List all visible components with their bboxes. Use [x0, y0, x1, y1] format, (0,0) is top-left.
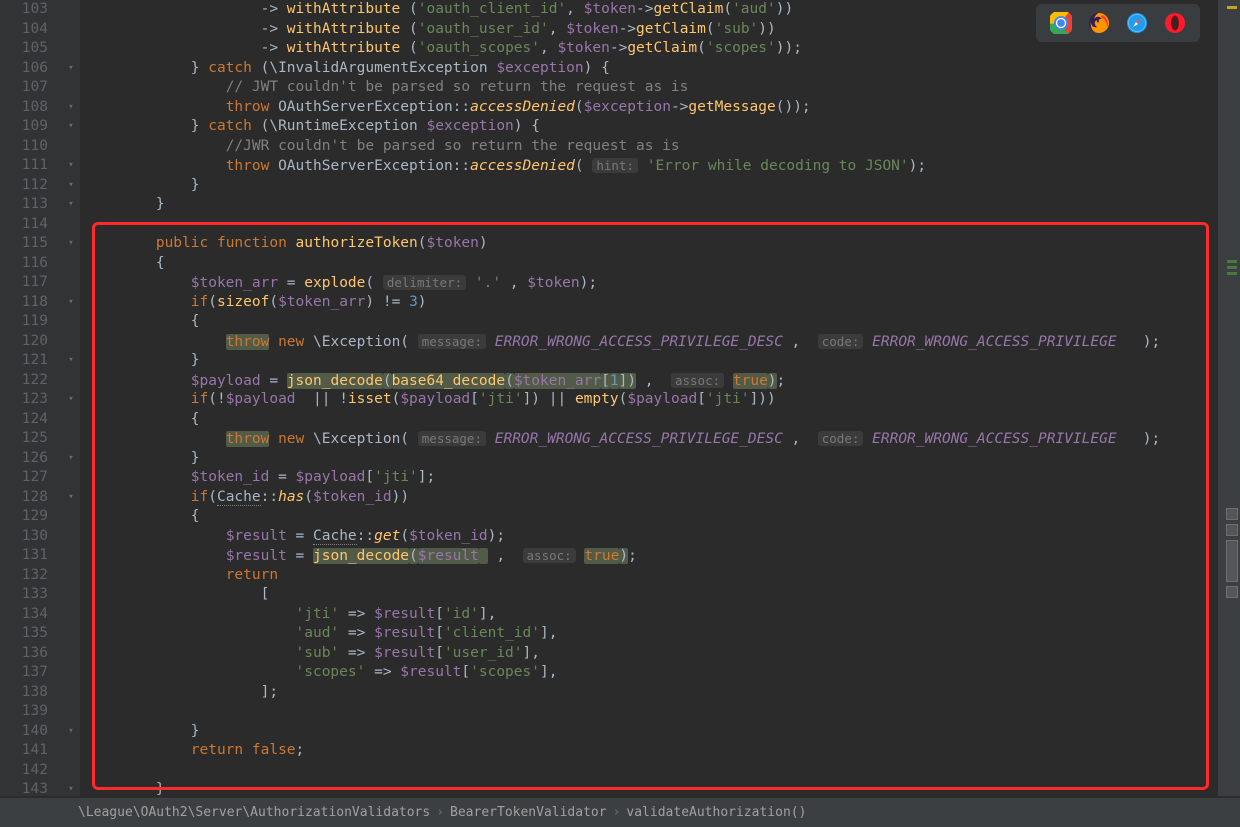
line-number-gutter: 1031041051061071081091101111121131141151…: [0, 0, 62, 796]
breadcrumb-separator: ›: [436, 803, 444, 823]
breadcrumb-item[interactable]: validateAuthorization(): [626, 803, 806, 823]
firefox-icon[interactable]: [1088, 12, 1110, 34]
browser-icon-tray: [1036, 4, 1200, 42]
code-area[interactable]: -> withAttribute ('oauth_client_id', $to…: [80, 0, 1218, 796]
breadcrumb-separator: ›: [613, 803, 621, 823]
error-stripe[interactable]: [1218, 0, 1240, 796]
breadcrumb-item[interactable]: \League\OAuth2\Server\AuthorizationValid…: [78, 803, 430, 823]
opera-icon[interactable]: [1164, 12, 1186, 34]
fold-column[interactable]: ▾▾▾▾▾▾▾▾▾▾▾▾▾▾: [62, 0, 80, 796]
safari-icon[interactable]: [1126, 12, 1148, 34]
code-editor[interactable]: 1031041051061071081091101111121131141151…: [0, 0, 1218, 796]
breadcrumbs-bar[interactable]: \League\OAuth2\Server\AuthorizationValid…: [0, 797, 1240, 827]
chrome-icon[interactable]: [1050, 12, 1072, 34]
breadcrumb-item[interactable]: BearerTokenValidator: [450, 803, 607, 823]
